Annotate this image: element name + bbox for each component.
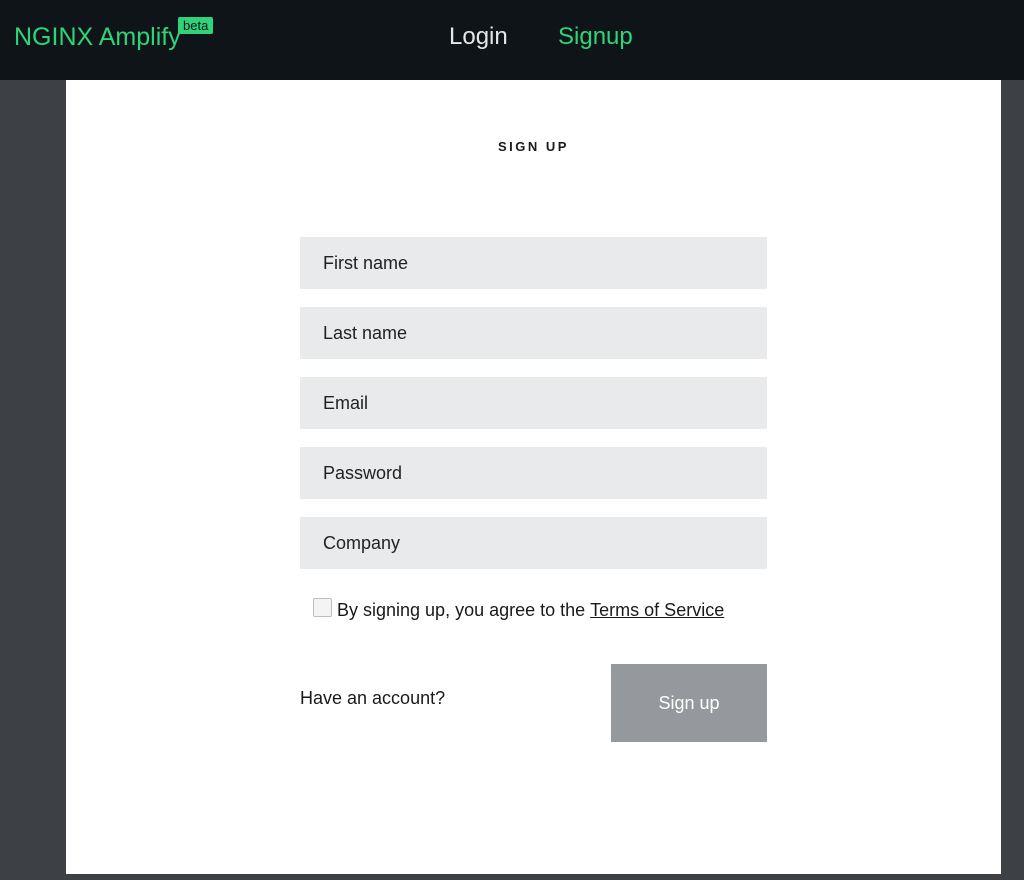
nav-login-link[interactable]: Login xyxy=(449,22,508,52)
terms-checkbox[interactable] xyxy=(313,597,332,617)
nav-signup-link[interactable]: Signup xyxy=(558,22,633,52)
have-account-link[interactable]: Have an account? xyxy=(300,688,445,709)
password-field[interactable] xyxy=(300,447,767,499)
email-field[interactable] xyxy=(300,377,767,429)
top-navigation-bar: NGINX Amplify beta Login Signup xyxy=(0,0,1024,80)
sign-up-button[interactable]: Sign up xyxy=(611,664,767,742)
terms-of-service-link[interactable]: Terms of Service xyxy=(590,600,724,621)
terms-row: By signing up, you agree to the Terms of… xyxy=(313,597,724,623)
terms-text: By signing up, you agree to the xyxy=(337,599,586,620)
signup-heading: SIGN UP xyxy=(498,139,569,154)
first-name-field[interactable] xyxy=(300,237,767,289)
signup-card: SIGN UP By signing up, you agree to the … xyxy=(66,80,1001,874)
last-name-field[interactable] xyxy=(300,307,767,359)
company-field[interactable] xyxy=(300,517,767,569)
brand-logo-text[interactable]: NGINX Amplify xyxy=(14,22,181,52)
beta-badge: beta xyxy=(178,17,214,34)
